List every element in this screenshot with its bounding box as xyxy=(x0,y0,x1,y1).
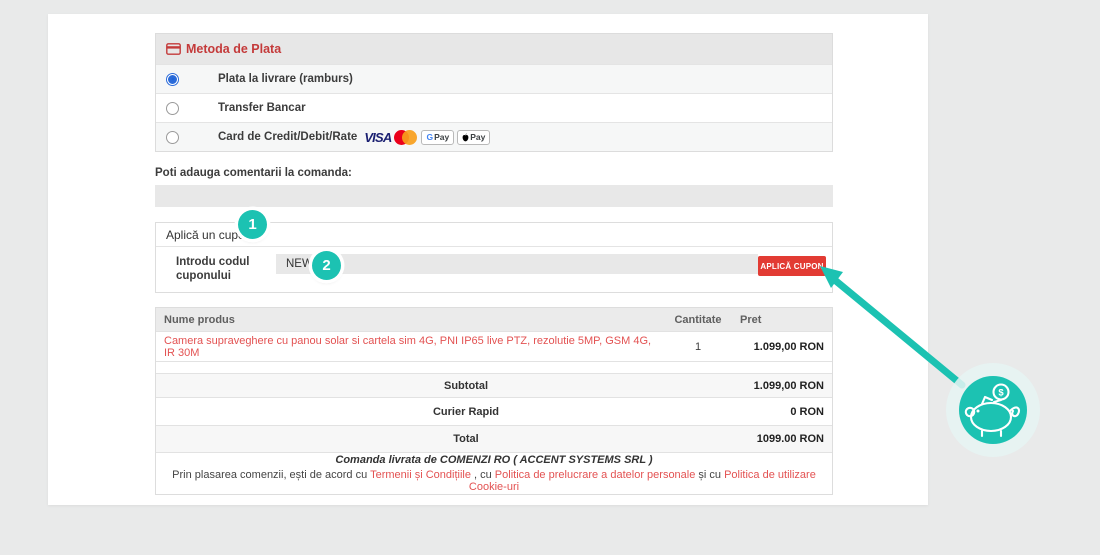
subtotal-label: Subtotal xyxy=(156,374,776,397)
total-value: 1099.00 RON xyxy=(757,426,824,452)
table-footer: Comanda livrata de COMENZI RO ( ACCENT S… xyxy=(156,452,832,494)
legal-mid2: și cu xyxy=(695,469,724,481)
apply-coupon-button[interactable]: APLICĂ CUPON xyxy=(758,256,826,276)
coupon-code-input[interactable] xyxy=(276,254,758,274)
shipping-value: 0 RON xyxy=(790,398,824,425)
comments-box xyxy=(155,185,833,207)
step-badge-2: 2 xyxy=(312,251,341,280)
google-pay-icon: GPay xyxy=(421,130,454,145)
total-label: Total xyxy=(156,426,776,452)
product-link[interactable]: Camera supraveghere cu panou solar si ca… xyxy=(164,335,651,359)
radio-transfer[interactable] xyxy=(166,102,179,115)
dollar-sign: $ xyxy=(998,388,1004,399)
step-badge-1: 1 xyxy=(238,210,267,239)
privacy-link[interactable]: Politica de prelucrare a datelor persona… xyxy=(495,469,696,481)
card-brand-icons: VISA GPay Pay xyxy=(364,130,490,145)
legal-mid1: , cu xyxy=(471,469,495,481)
payment-panel-title: Metoda de Plata xyxy=(186,42,281,56)
payment-option-card[interactable]: Card de Credit/Debit/Rate VISA GPay Pay xyxy=(156,122,832,151)
apple-pay-icon: Pay xyxy=(457,130,490,145)
legal-note: Prin plasarea comenzii, ești de acord cu… xyxy=(156,469,832,493)
shipping-label: Curier Rapid xyxy=(156,398,776,425)
payment-option-label: Card de Credit/Debit/Rate xyxy=(218,131,357,143)
table-row-subtotal: Subtotal 1.099,00 RON xyxy=(156,373,832,397)
apple-logo-icon xyxy=(462,133,469,142)
gpay-text: Pay xyxy=(434,132,449,142)
table-row-total: Total 1099.00 RON xyxy=(156,425,832,452)
col-header-product: Nume produs xyxy=(156,314,664,326)
terms-link[interactable]: Termenii și Condițiile xyxy=(370,469,471,481)
applepay-text: Pay xyxy=(470,132,485,142)
payment-panel-header: Metoda de Plata xyxy=(156,34,832,64)
payment-option-transfer[interactable]: Transfer Bancar xyxy=(156,93,832,122)
table-row-product: Camera supraveghere cu panou solar si ca… xyxy=(156,331,832,361)
credit-card-icon xyxy=(166,43,181,55)
col-header-price: Pret xyxy=(732,314,832,326)
payment-option-ramburs[interactable]: Plata la livrare (ramburs) xyxy=(156,64,832,93)
order-summary-table: Nume produs Cantitate Pret Camera suprav… xyxy=(155,307,833,495)
gpay-g: G xyxy=(426,132,433,142)
visa-icon: VISA xyxy=(364,130,391,145)
comments-label: Poti adauga comentarii la comanda: xyxy=(155,167,833,179)
comments-textarea[interactable] xyxy=(155,185,833,207)
payment-option-label: Plata la livrare (ramburs) xyxy=(218,73,353,85)
legal-prefix: Prin plasarea comenzii, ești de acord cu xyxy=(172,469,370,481)
checkout-card: Metoda de Plata Plata la livrare (rambur… xyxy=(48,14,928,505)
table-row-shipping: Curier Rapid 0 RON xyxy=(156,397,832,425)
table-spacer-row xyxy=(156,361,832,373)
payment-option-label: Transfer Bancar xyxy=(218,102,306,114)
col-header-quantity: Cantitate xyxy=(664,314,732,326)
delivery-note: Comanda livrata de COMENZI RO ( ACCENT S… xyxy=(335,454,652,466)
coupon-field-label: Introdu codul cuponului xyxy=(176,255,276,283)
coupon-body: Introdu codul cuponului APLICĂ CUPON xyxy=(156,247,832,292)
product-price: 1.099,00 RON xyxy=(732,341,832,353)
mastercard-icon xyxy=(394,130,418,145)
product-quantity: 1 xyxy=(664,341,732,353)
piggy-bank-icon: $ xyxy=(946,363,1040,457)
payment-method-panel: Metoda de Plata Plata la livrare (rambur… xyxy=(155,33,833,152)
radio-ramburs[interactable] xyxy=(166,73,179,86)
table-header-row: Nume produs Cantitate Pret xyxy=(156,308,832,331)
radio-card[interactable] xyxy=(166,131,179,144)
subtotal-value: 1.099,00 RON xyxy=(754,374,824,397)
